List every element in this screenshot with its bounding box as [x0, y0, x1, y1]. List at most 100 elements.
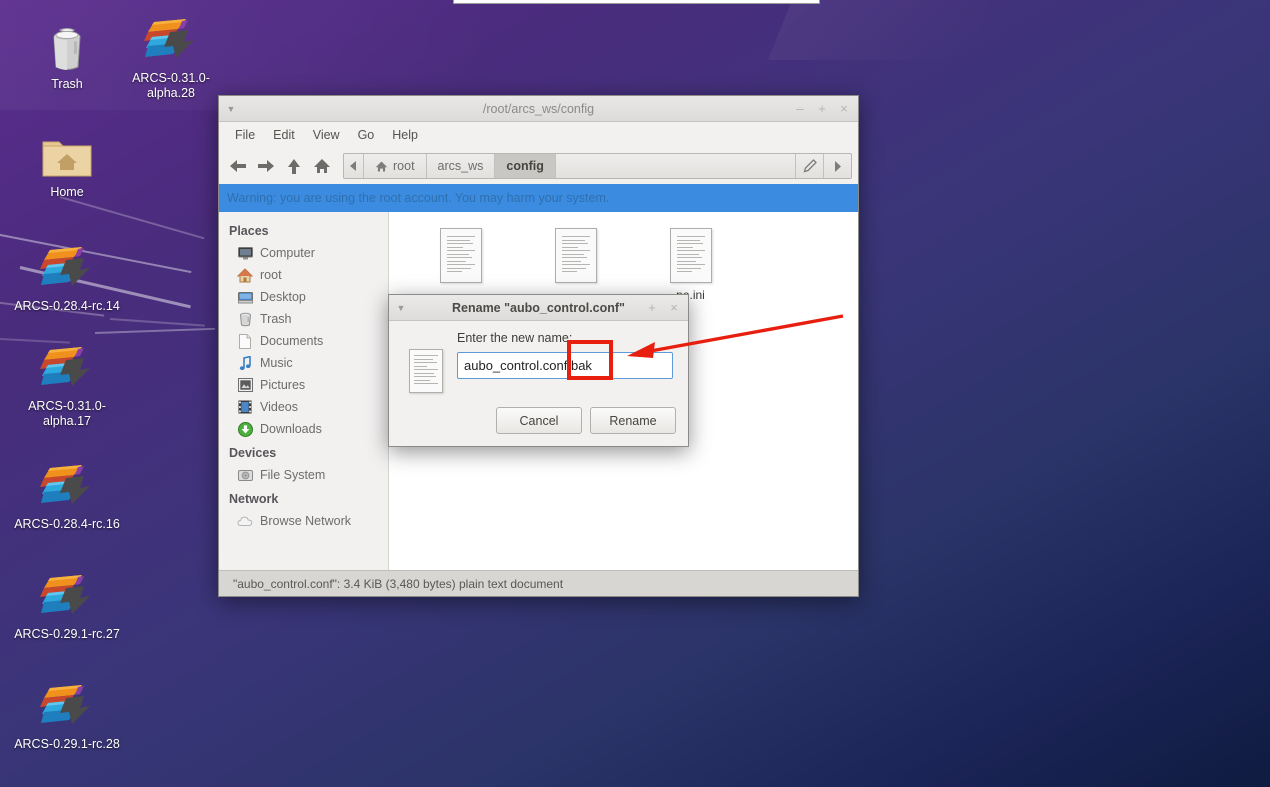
breadcrumb-config[interactable]: config	[495, 154, 556, 178]
computer-icon	[237, 245, 253, 261]
arcs-app-icon	[13, 344, 121, 394]
sidebar-item-trash[interactable]: Trash	[219, 308, 388, 330]
dialog-prompt-label: Enter the new name:	[457, 331, 573, 345]
desktop-icon-arcs-0-31-0-alpha-17[interactable]: ARCS-0.31.0-alpha.17	[13, 344, 121, 429]
edit-path-pencil-icon[interactable]	[795, 154, 823, 178]
breadcrumb-path-bar: root arcs_ws config	[343, 153, 852, 179]
sidebar-item-label: Browse Network	[260, 514, 351, 528]
desktop-icon-label: ARCS-0.29.1-rc.28	[14, 737, 120, 751]
network-cloud-icon	[237, 513, 253, 529]
menu-item-view[interactable]: View	[305, 125, 348, 145]
breadcrumb-root[interactable]: root	[364, 154, 427, 178]
back-arrow-icon[interactable]	[225, 153, 251, 179]
sidebar-item-downloads[interactable]: Downloads	[219, 418, 388, 440]
breadcrumb-arcs-ws[interactable]: arcs_ws	[426, 154, 496, 178]
dialog-titlebar: ▼ Rename "aubo_control.conf" + ×	[389, 295, 688, 321]
sidebar-item-label: Desktop	[260, 290, 306, 304]
menu-item-edit[interactable]: Edit	[265, 125, 303, 145]
breadcrumb-label: root	[393, 159, 415, 173]
desktop-icon-label: ARCS-0.31.0-alpha.28	[132, 71, 210, 100]
text-document-icon	[554, 228, 597, 283]
minimize-button[interactable]: –	[794, 102, 806, 115]
desktop-icon-label: Home	[50, 185, 84, 199]
rename-dialog: ▼ Rename "aubo_control.conf" + × Enter t…	[388, 294, 689, 447]
dialog-menu-chevron-icon[interactable]: ▼	[389, 303, 413, 313]
desktop-icon-trash[interactable]: Trash	[13, 22, 121, 92]
desktop-icon-label: ARCS-0.31.0-alpha.17	[28, 399, 106, 428]
arcs-app-icon	[13, 682, 121, 732]
menu-item-help[interactable]: Help	[384, 125, 426, 145]
sidebar-item-music[interactable]: Music	[219, 352, 388, 374]
statusbar: "aubo_control.conf": 3.4 KiB (3,480 byte…	[219, 570, 858, 596]
warning-text: Warning: you are using the root account.…	[227, 191, 610, 205]
home-icon	[375, 160, 388, 172]
sidebar-item-file-system[interactable]: File System	[219, 464, 388, 486]
rename-button[interactable]: Rename	[590, 407, 676, 434]
arcs-app-icon	[117, 16, 225, 66]
sidebar-item-pictures[interactable]: Pictures	[219, 374, 388, 396]
sidebar-item-videos[interactable]: Videos	[219, 396, 388, 418]
breadcrumb-scroll-left[interactable]	[344, 154, 364, 178]
background-window-sliver	[453, 0, 820, 4]
sidebar-item-label: Trash	[260, 312, 292, 326]
sidebar: Places Computer root Desktop Trash Docum…	[219, 212, 389, 570]
desktop-icon-arcs-0-28-4-rc-16[interactable]: ARCS-0.28.4-rc.16	[13, 462, 121, 532]
sidebar-item-label: Videos	[260, 400, 298, 414]
home-icon	[237, 267, 253, 283]
sidebar-heading-devices: Devices	[229, 446, 277, 460]
sidebar-item-browse-network[interactable]: Browse Network	[219, 510, 388, 532]
sidebar-item-desktop[interactable]: Desktop	[219, 286, 388, 308]
harddisk-icon	[237, 467, 253, 483]
document-icon	[237, 333, 253, 349]
sidebar-item-label: Computer	[260, 246, 315, 260]
window-titlebar: ▼ /root/arcs_ws/config – + ×	[219, 96, 858, 122]
sidebar-item-label: Music	[260, 356, 293, 370]
sidebar-item-label: root	[260, 268, 282, 282]
breadcrumb-empty-area[interactable]	[555, 154, 795, 178]
root-account-warning-bar: Warning: you are using the root account.…	[219, 184, 858, 212]
trash-icon	[237, 311, 253, 327]
desktop-icon-arcs-0-29-1-rc-28[interactable]: ARCS-0.29.1-rc.28	[13, 682, 121, 752]
arcs-app-icon	[13, 572, 121, 622]
sidebar-item-computer[interactable]: Computer	[219, 242, 388, 264]
menu-item-file[interactable]: File	[227, 125, 263, 145]
desktop-icon	[237, 289, 253, 305]
text-document-icon	[669, 228, 712, 283]
path-next-arrow-icon[interactable]	[823, 154, 851, 178]
dialog-close-button[interactable]: ×	[668, 301, 680, 314]
menubar: File Edit View Go Help	[219, 122, 858, 148]
desktop-icon-arcs-0-31-0-alpha-28[interactable]: ARCS-0.31.0-alpha.28	[117, 16, 225, 101]
window-menu-chevron-icon[interactable]: ▼	[219, 104, 243, 114]
breadcrumb-label: config	[506, 159, 544, 173]
maximize-button[interactable]: +	[816, 102, 828, 115]
sidebar-item-label: Documents	[260, 334, 324, 348]
desktop-icon-arcs-0-29-1-rc-27[interactable]: ARCS-0.29.1-rc.27	[13, 572, 121, 642]
dialog-title: Rename "aubo_control.conf"	[452, 300, 625, 315]
text-document-icon	[439, 228, 482, 283]
desktop-icon-home[interactable]: Home	[13, 130, 121, 200]
forward-arrow-icon[interactable]	[253, 153, 279, 179]
window-title: /root/arcs_ws/config	[482, 101, 595, 116]
cancel-button[interactable]: Cancel	[496, 407, 582, 434]
video-icon	[237, 399, 253, 415]
music-note-icon	[237, 355, 253, 371]
home-icon[interactable]	[309, 153, 335, 179]
desktop-icon-label: Trash	[51, 77, 83, 91]
sidebar-item-root[interactable]: root	[219, 264, 388, 286]
dialog-maximize-button[interactable]: +	[646, 301, 658, 314]
home-folder-icon	[13, 130, 121, 180]
text-document-icon	[409, 349, 443, 393]
up-arrow-icon[interactable]	[281, 153, 307, 179]
pictures-icon	[237, 377, 253, 393]
new-name-input[interactable]	[457, 352, 673, 379]
sidebar-item-label: Pictures	[260, 378, 306, 392]
sidebar-item-documents[interactable]: Documents	[219, 330, 388, 352]
arcs-app-icon	[13, 462, 121, 512]
desktop-icon-arcs-0-28-4-rc-14[interactable]: ARCS-0.28.4-rc.14	[13, 244, 121, 314]
breadcrumb-label: arcs_ws	[437, 159, 484, 173]
menu-item-go[interactable]: Go	[350, 125, 383, 145]
desktop-icon-label: ARCS-0.29.1-rc.27	[14, 627, 120, 641]
trash-icon	[13, 22, 121, 72]
sidebar-heading-places: Places	[229, 224, 269, 238]
close-button[interactable]: ×	[838, 102, 850, 115]
